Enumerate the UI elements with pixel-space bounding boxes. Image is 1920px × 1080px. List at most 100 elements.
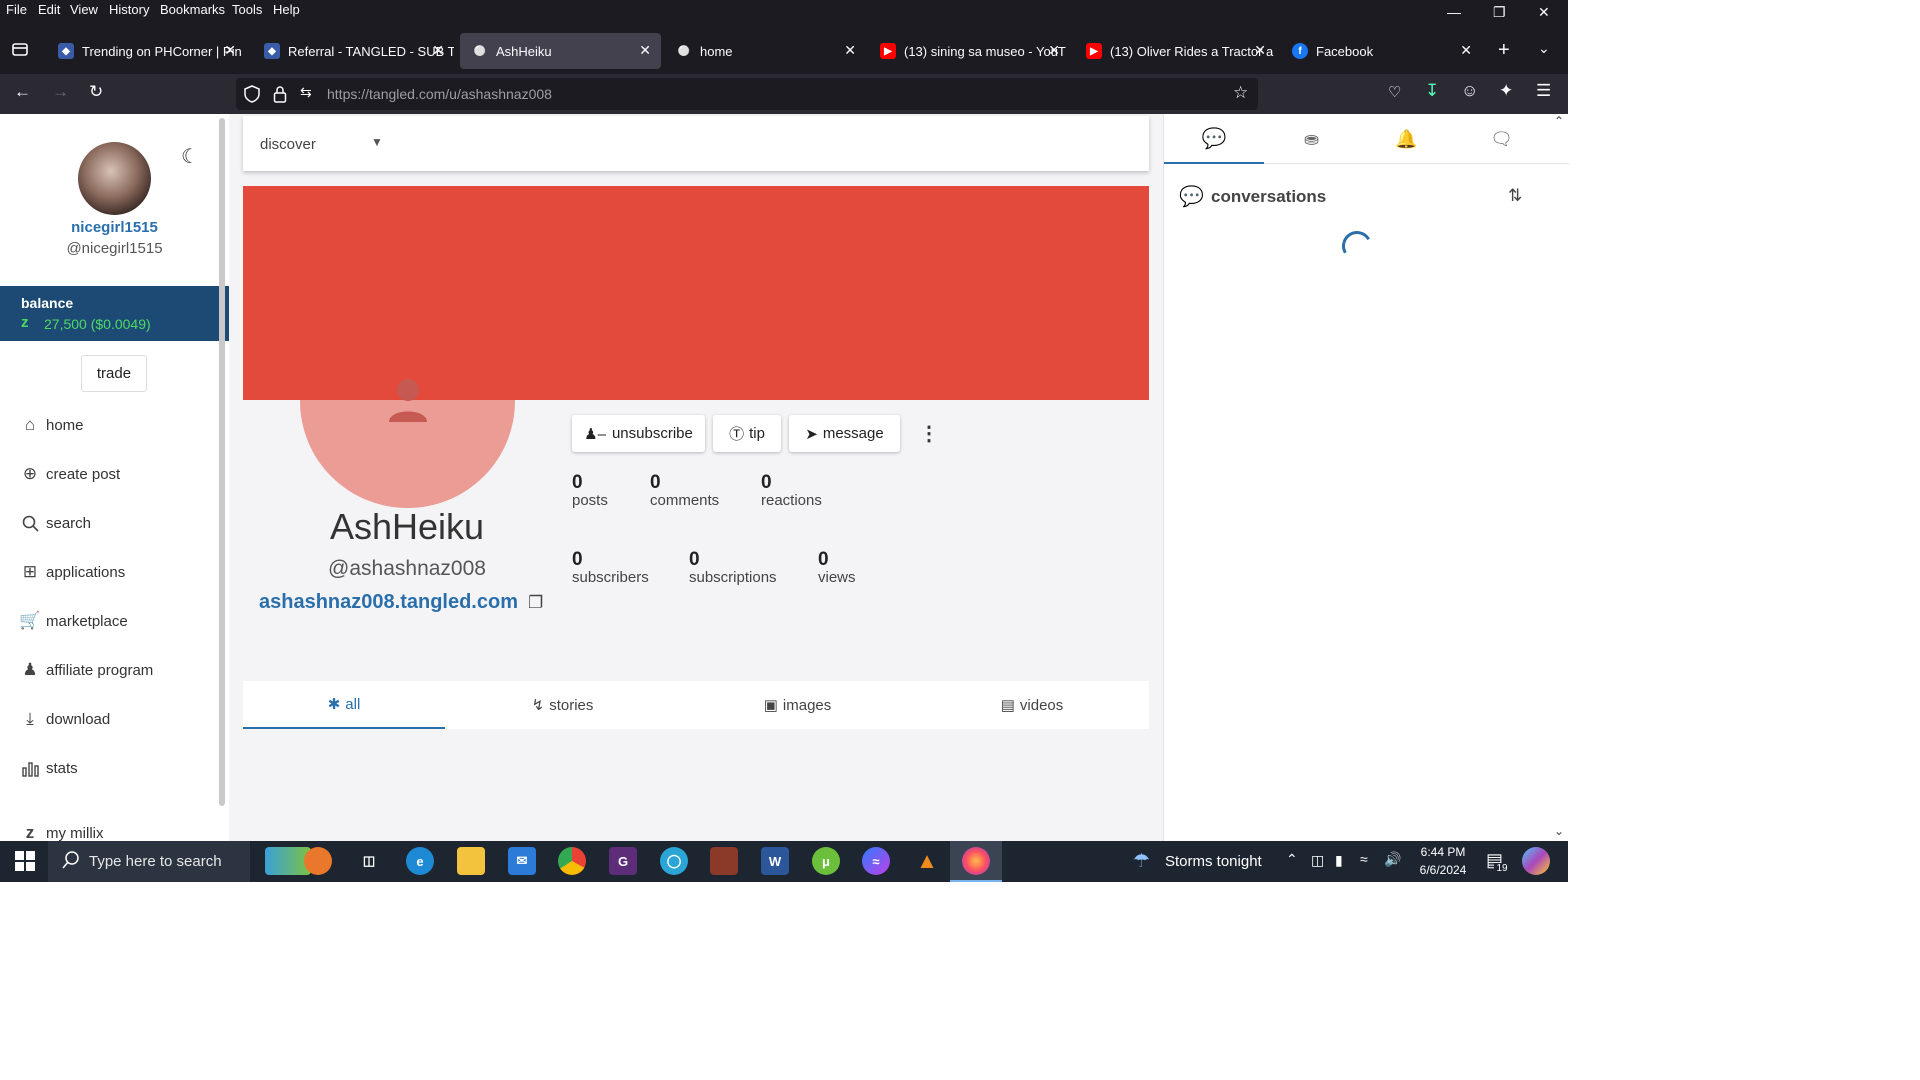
tab-home[interactable]: ⚪ home ✕ [664, 33, 866, 69]
copy-icon[interactable]: ❐ [528, 593, 543, 613]
copilot-icon[interactable] [1522, 847, 1550, 875]
sidebar-item-create-post[interactable]: ⊕ create post [20, 464, 120, 484]
show-hidden-icons-chevron-icon[interactable]: ⌃ [1286, 851, 1298, 868]
minimize-icon[interactable]: — [1447, 4, 1461, 20]
balance-panel[interactable]: balance ᴢ 27,500 ($0.0049) [0, 286, 229, 341]
battery-icon[interactable]: ▮ [1335, 852, 1343, 869]
close-tab-icon[interactable]: ✕ [224, 42, 236, 59]
menu-view[interactable]: View [70, 2, 98, 17]
sidebar-item-my-millix[interactable]: ᴢ my millix [20, 823, 104, 841]
clock-time[interactable]: 6:44 PM [1414, 845, 1472, 859]
reload-icon[interactable]: ↻ [89, 82, 103, 102]
sidebar-item-home[interactable]: ⌂ home [20, 415, 84, 435]
messenger-icon[interactable]: ≈ [862, 847, 890, 875]
word-icon[interactable]: W [761, 847, 789, 875]
menu-edit[interactable]: Edit [38, 2, 60, 17]
bookmark-star-icon[interactable]: ☆ [1233, 83, 1248, 103]
sidebar-item-stats[interactable]: stats [20, 758, 78, 778]
globe-app-icon[interactable]: ◯ [660, 847, 688, 875]
tab-all[interactable]: ✱ all [243, 681, 445, 729]
shield-icon[interactable] [244, 85, 260, 106]
tab-phcorner[interactable]: ◆ Trending on PHCorner | Pin ✕ [46, 33, 246, 69]
weather-text[interactable]: Storms tonight [1165, 853, 1262, 870]
permissions-icon[interactable]: ⇆ [300, 84, 312, 101]
sort-icon[interactable]: ⇅ [1508, 186, 1522, 206]
conversations-tab-icon[interactable]: 💬 [1164, 114, 1264, 164]
menu-file[interactable]: File [6, 2, 27, 17]
account-icon[interactable]: ☺ [1461, 81, 1478, 101]
sidebar-item-marketplace[interactable]: 🛒 marketplace [19, 611, 127, 631]
trade-button[interactable]: trade [81, 355, 147, 392]
tab-overview-icon[interactable] [11, 40, 29, 63]
back-icon[interactable]: ← [14, 82, 31, 102]
tab-videos[interactable]: ▤ videos [915, 681, 1149, 729]
subscribers-label[interactable]: subscribers [572, 569, 649, 586]
close-tab-icon[interactable]: ✕ [639, 42, 651, 59]
vlc-icon[interactable]: ▲ [913, 847, 941, 875]
scroll-up-icon[interactable]: ⌃ [1554, 114, 1564, 128]
windows-start-icon[interactable] [15, 851, 35, 876]
winrar-icon[interactable] [710, 847, 738, 875]
tab-youtube-sining[interactable]: ▶ (13) sining sa museo - YouT ✕ [868, 33, 1070, 69]
sidebar-item-affiliate-program[interactable]: ♟ affiliate program [20, 660, 153, 680]
bell-icon[interactable]: 🔔 [1359, 114, 1454, 164]
menu-history[interactable]: History [109, 2, 149, 17]
tip-button[interactable]: Ⓣ tip [713, 415, 781, 452]
subscriptions-label[interactable]: subscriptions [689, 569, 777, 586]
firefox-taskbar-button[interactable] [950, 841, 1002, 882]
sidebar-item-applications[interactable]: ⊞ applications [20, 562, 125, 582]
lock-icon[interactable] [273, 85, 287, 106]
unsubscribe-button[interactable]: ♟– unsubscribe [572, 415, 705, 452]
basketball-icon[interactable] [304, 847, 332, 875]
sidebar-item-download[interactable]: ⤓ download [20, 709, 110, 729]
tab-stories[interactable]: ↯ stories [445, 681, 680, 729]
close-tab-icon[interactable]: ✕ [432, 42, 444, 59]
hamburger-menu-icon[interactable]: ☰ [1536, 81, 1551, 101]
volume-icon[interactable]: 🔊 [1384, 851, 1401, 868]
url-text[interactable]: https://tangled.com/u/ashashnaz008 [327, 86, 552, 102]
extensions-icon[interactable]: ✦ [1499, 81, 1513, 101]
tab-referral[interactable]: ◆ Referral - TANGLED - SUB T ✕ [252, 33, 454, 69]
restore-icon[interactable]: ❐ [1493, 4, 1506, 21]
edge-icon[interactable]: e [406, 847, 434, 875]
dark-mode-moon-icon[interactable]: ☾ [181, 144, 199, 169]
menu-bookmarks[interactable]: Bookmarks [160, 2, 225, 17]
chrome-icon[interactable] [558, 847, 586, 875]
close-tab-icon[interactable]: ✕ [1048, 42, 1060, 59]
address-bar[interactable]: ⇆ https://tangled.com/u/ashashnaz008 ☆ [236, 78, 1258, 110]
forward-icon[interactable]: → [52, 82, 69, 102]
menu-help[interactable]: Help [273, 2, 300, 17]
message-button[interactable]: ➤ message [789, 415, 900, 452]
profile-link[interactable]: ashashnaz008.tangled.com [259, 591, 518, 614]
tray-app-icon[interactable]: ◫ [1311, 852, 1324, 869]
taskbar-search-box[interactable]: Type here to search [48, 841, 250, 882]
close-tab-icon[interactable]: ✕ [844, 42, 856, 59]
wifi-icon[interactable]: ≈ [1360, 851, 1368, 867]
file-explorer-icon[interactable] [457, 847, 485, 875]
discover-dropdown[interactable]: discover ▼ [243, 116, 1149, 171]
mail-icon[interactable]: ✉ [508, 847, 536, 875]
new-tab-icon[interactable]: + [1498, 39, 1510, 62]
tab-ashheiku[interactable]: ⚪ AshHeiku ✕ [460, 33, 661, 69]
user-display-name[interactable]: nicegirl1515 [0, 219, 229, 236]
clock-date[interactable]: 6/6/2024 [1412, 863, 1474, 877]
tab-facebook[interactable]: f Facebook ✕ [1280, 33, 1482, 69]
pocket-icon[interactable]: ♡ [1388, 83, 1401, 101]
utorrent-icon[interactable]: μ [812, 847, 840, 875]
avatar[interactable] [78, 142, 151, 215]
scroll-down-icon[interactable]: ⌄ [1554, 824, 1564, 838]
window-close-icon[interactable]: ✕ [1538, 4, 1550, 21]
tab-images[interactable]: ▣ images [680, 681, 915, 729]
sidebar-scrollbar[interactable] [219, 118, 225, 806]
more-options-icon[interactable]: ⋮ [919, 421, 939, 446]
sidebar-item-search[interactable]: search [20, 513, 91, 533]
downloads-icon[interactable]: ↧ [1425, 81, 1439, 101]
close-tab-icon[interactable]: ✕ [1460, 42, 1472, 59]
menu-tools[interactable]: Tools [232, 2, 262, 17]
pdf-app-icon[interactable]: G [609, 847, 637, 875]
chat-bubbles-icon[interactable]: 🗨 [1454, 114, 1549, 164]
close-tab-icon[interactable]: ✕ [1254, 42, 1266, 59]
tab-list-chevron-icon[interactable]: ⌄ [1538, 40, 1550, 57]
tab-youtube-oliver[interactable]: ▶ (13) Oliver Rides a Tractor a ✕ [1074, 33, 1276, 69]
task-view-icon[interactable]: ◫ [355, 847, 383, 875]
